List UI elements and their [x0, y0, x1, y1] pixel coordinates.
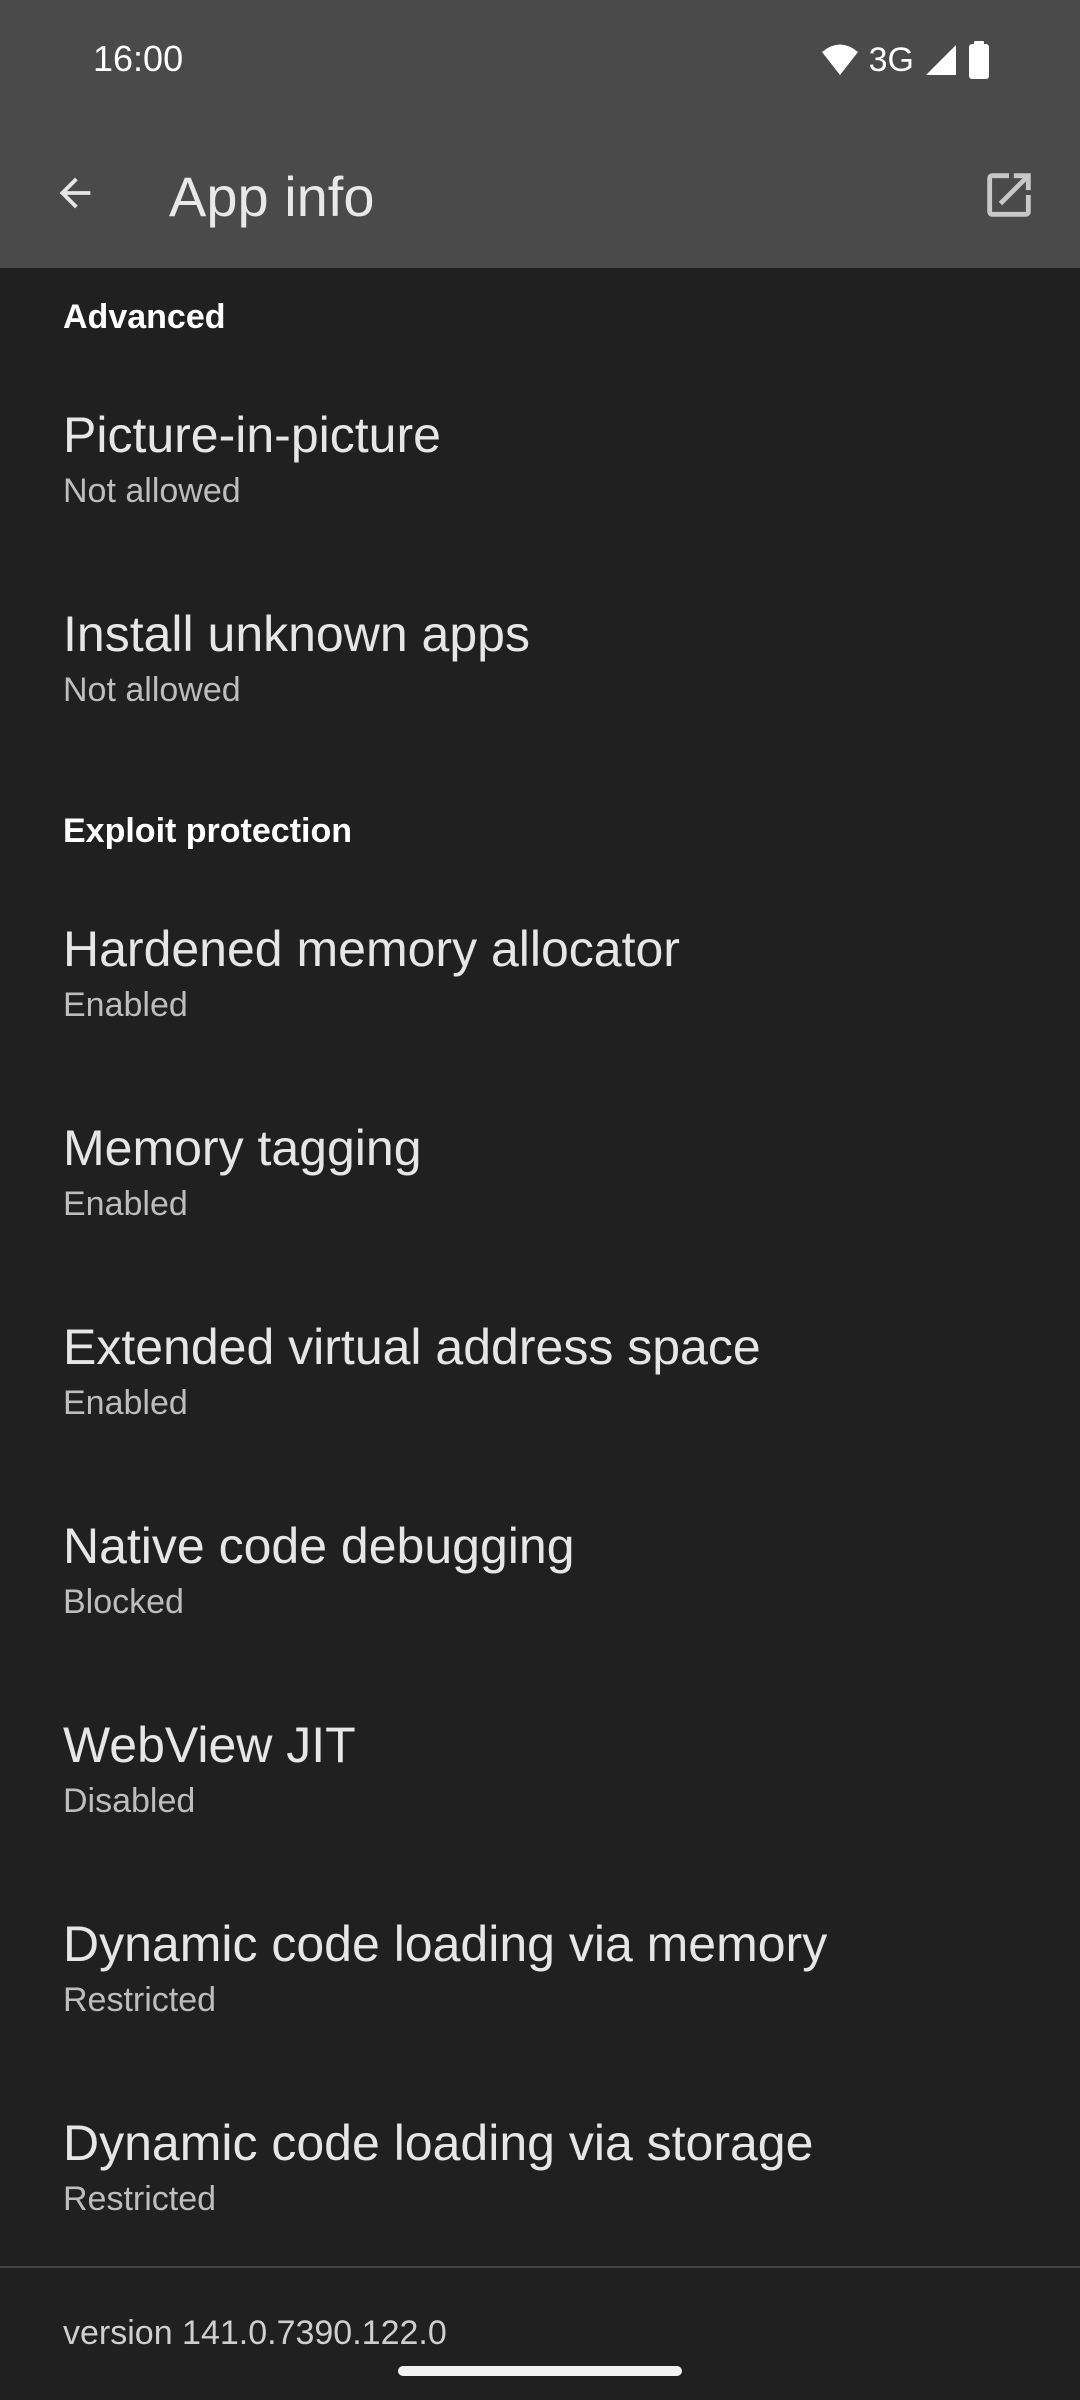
section-header-advanced: Advanced [63, 298, 226, 336]
setting-hardened-memory-allocator[interactable]: Hardened memory allocator Enabled [0, 920, 1080, 1100]
setting-extended-virtual-address-space[interactable]: Extended virtual address space Enabled [0, 1318, 1080, 1498]
status-icons: 3G [821, 38, 990, 82]
setting-summary: Not allowed [63, 671, 241, 709]
section-header-exploit-protection: Exploit protection [63, 812, 352, 850]
setting-dynamic-code-loading-memory[interactable]: Dynamic code loading via memory Restrict… [0, 1915, 1080, 2095]
version-text: version 141.0.7390.122.0 [63, 2314, 447, 2352]
setting-summary: Enabled [63, 1185, 188, 1223]
setting-title: Install unknown apps [63, 606, 530, 662]
setting-picture-in-picture[interactable]: Picture-in-picture Not allowed [0, 406, 1080, 586]
battery-icon [968, 41, 990, 79]
setting-memory-tagging[interactable]: Memory tagging Enabled [0, 1119, 1080, 1299]
cellular-signal-icon [924, 43, 958, 77]
back-button[interactable] [44, 162, 106, 224]
setting-install-unknown-apps[interactable]: Install unknown apps Not allowed [0, 605, 1080, 785]
setting-summary: Disabled [63, 1782, 196, 1820]
status-bar: 16:00 3G [0, 0, 1080, 122]
setting-summary: Enabled [63, 1384, 188, 1422]
setting-title: Picture-in-picture [63, 407, 441, 463]
open-app-button[interactable] [976, 162, 1042, 228]
wifi-icon [821, 43, 859, 77]
status-time: 16:00 [93, 38, 184, 79]
setting-title: Memory tagging [63, 1120, 422, 1176]
setting-summary: Blocked [63, 1583, 184, 1621]
setting-summary: Restricted [63, 1981, 217, 2019]
setting-title: Dynamic code loading via memory [63, 1916, 828, 1972]
gesture-navigation-handle[interactable] [398, 2366, 682, 2376]
network-type: 3G [868, 40, 914, 79]
setting-webview-jit[interactable]: WebView JIT Disabled [0, 1716, 1080, 1896]
setting-title: Hardened memory allocator [63, 921, 680, 977]
setting-title: WebView JIT [63, 1717, 356, 1773]
setting-summary: Not allowed [63, 472, 241, 510]
setting-title: Extended virtual address space [63, 1319, 761, 1375]
setting-summary: Enabled [63, 986, 188, 1024]
footer-divider [0, 2266, 1080, 2268]
arrow-back-icon [59, 177, 91, 209]
setting-title: Dynamic code loading via storage [63, 2115, 814, 2171]
setting-summary: Restricted [63, 2180, 217, 2218]
setting-native-code-debugging[interactable]: Native code debugging Blocked [0, 1517, 1080, 1697]
open-in-new-icon [987, 173, 1031, 217]
app-bar: App info [0, 122, 1080, 268]
setting-title: Native code debugging [63, 1518, 575, 1574]
page-title: App info [169, 165, 375, 228]
